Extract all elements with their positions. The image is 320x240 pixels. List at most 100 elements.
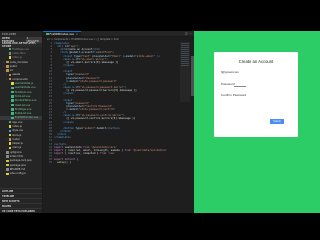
explorer-sidebar: EXPLORER OPEN EDITORS 1 UNSAVED LEARN-VU… — [0, 31, 43, 213]
line-source: setup() { — [57, 161, 71, 165]
file-icon — [11, 112, 14, 115]
tree-item-label: UserList.vue — [14, 103, 31, 107]
line-source: import { reactive, computed } from 'vue' — [54, 151, 116, 155]
file-icon — [11, 86, 14, 90]
file-icon — [8, 125, 11, 128]
chevron-right-icon: › — [6, 137, 7, 141]
file-icon — [11, 95, 14, 98]
tree-item-label: StudentTable.vue — [14, 99, 37, 103]
file-icon — [8, 56, 11, 59]
tree-item-label: node_modules — [9, 60, 28, 64]
tree-item-label: main.js — [12, 146, 22, 150]
tree-item-label: package.json — [9, 163, 27, 167]
tree-item-label: vite.config.js — [9, 172, 26, 176]
code-lines[interactable]: 1 <template> 2 <div id="app"> 3 <h3>Create … — [43, 42, 194, 213]
tree-item-label: index.js — [12, 56, 22, 60]
more-actions-icon[interactable]: ⋯ — [189, 32, 192, 35]
app-preview: Create an Account f@gmail.com Password C… — [194, 31, 320, 213]
editor-actions: ◫ ⋯ — [185, 31, 194, 36]
code-editor: FruitWithIndex.vue × ◫ ⋯ src > component… — [43, 31, 194, 213]
video-frame: EXPLORER OPEN EDITORS 1 UNSAVED LEARN-VU… — [0, 0, 320, 240]
sidebar-footer: OUTLINE TIMELINE NPM SCRIPTS MAVEN VS CO… — [0, 188, 42, 213]
line-source: </template> — [54, 136, 71, 140]
code-line[interactable]: 39 setup() { — [43, 161, 194, 164]
file-icon — [11, 99, 14, 102]
tree-item-label: index.js — [12, 124, 22, 128]
page-title: Create an Account — [238, 59, 274, 64]
tree-item-label: userValidate.js — [14, 82, 34, 86]
file-icon — [6, 159, 9, 163]
line-source: </span> — [63, 120, 74, 124]
tree-item-label: package-lock.json — [9, 159, 33, 163]
tab-fruitwithindex[interactable]: FruitWithIndex.vue × — [43, 31, 81, 36]
tree-item-label: components — [12, 77, 28, 81]
file-icon — [8, 52, 11, 55]
file-tree: FirstPage.vue index.html index.js › node_mod… — [0, 47, 42, 176]
folder-icon — [8, 138, 11, 141]
file-icon — [8, 120, 11, 124]
tree-item-label: FruitsList.vue — [14, 112, 32, 116]
minimap[interactable] — [180, 42, 190, 102]
file-icon — [11, 108, 14, 111]
file-icon — [6, 163, 9, 167]
file-icon — [8, 133, 11, 137]
file-icon — [6, 172, 9, 175]
file-icon — [8, 47, 11, 51]
folder-icon — [6, 65, 9, 68]
submit-button[interactable]: Submit — [270, 119, 284, 124]
tree-item-label: userValidate.vue — [14, 86, 36, 90]
line-number: 39 — [48, 161, 52, 165]
password-placeholder: Password — [221, 82, 235, 86]
tree-item-label: FruitWithIndex.vue — [14, 116, 39, 120]
file-icon — [11, 103, 14, 107]
file-icon — [6, 151, 9, 154]
password-field[interactable]: Password — [221, 81, 291, 87]
close-tab-icon[interactable]: × — [76, 33, 78, 36]
tree-item-label: FirstPage.vue — [14, 107, 32, 111]
email-field[interactable]: f@gmail.com — [221, 69, 291, 75]
tree-item-label: index.html — [9, 155, 24, 159]
vue-file-icon — [46, 32, 49, 36]
signup-card: Create an Account f@gmail.com Password C… — [214, 52, 298, 137]
tree-item-label: store.js — [12, 133, 22, 137]
file-icon — [6, 155, 9, 158]
chevron-right-icon: › — [6, 77, 7, 81]
line-source: </span> — [63, 92, 74, 96]
folder-icon — [6, 69, 9, 72]
tree-item-label: assets — [12, 73, 21, 77]
tree-item-label: index.html — [12, 51, 26, 55]
tree-item-label: .gitignore — [9, 150, 22, 154]
file-icon — [8, 146, 11, 150]
tree-file[interactable]: vite.config.js — [0, 172, 42, 176]
tree-item-label: public — [9, 64, 18, 68]
confirm-placeholder: Confirm Password — [221, 93, 247, 97]
tree-item-label: README.md — [9, 167, 26, 171]
breadcrumb[interactable]: src > components > FruitWithIndex.vue > … — [43, 37, 194, 41]
chevron-right-icon: › — [6, 73, 7, 77]
vscode-pets-explorer-section[interactable]: VS CODE PETS EXPLORER — [0, 208, 42, 213]
project-folder-section[interactable]: LEARN-VUE-SETUP-VITE-STORE — [0, 42, 42, 48]
tree-item-label: TodoItem.vue — [14, 90, 32, 94]
tree-item-label: FirstPage.vue — [12, 47, 29, 51]
folder-icon — [8, 73, 11, 77]
file-icon — [6, 168, 9, 171]
file-icon — [11, 90, 14, 94]
file-icon — [11, 116, 14, 120]
tree-item-label: router — [12, 137, 20, 141]
tree-item-label: src — [9, 69, 14, 73]
tab-label: FruitWithIndex.vue — [49, 32, 74, 36]
tree-item-label: helper.js — [12, 142, 23, 146]
tree-item-label: App.vue — [12, 120, 23, 124]
confirm-password-field[interactable]: Confirm Password — [221, 92, 291, 98]
tree-item-label: style.css — [12, 129, 23, 133]
password-underline — [234, 86, 246, 87]
email-value: f@gmail.com — [221, 70, 240, 74]
tree-item-label: TodoList.vue — [14, 94, 31, 98]
split-editor-icon[interactable]: ◫ — [185, 32, 187, 35]
folder-icon — [6, 60, 9, 64]
file-icon — [11, 82, 14, 85]
line-source: </span> — [63, 64, 74, 68]
file-icon — [8, 129, 11, 133]
vscode-window: EXPLORER OPEN EDITORS 1 UNSAVED LEARN-VU… — [0, 31, 194, 213]
file-icon — [8, 142, 11, 145]
